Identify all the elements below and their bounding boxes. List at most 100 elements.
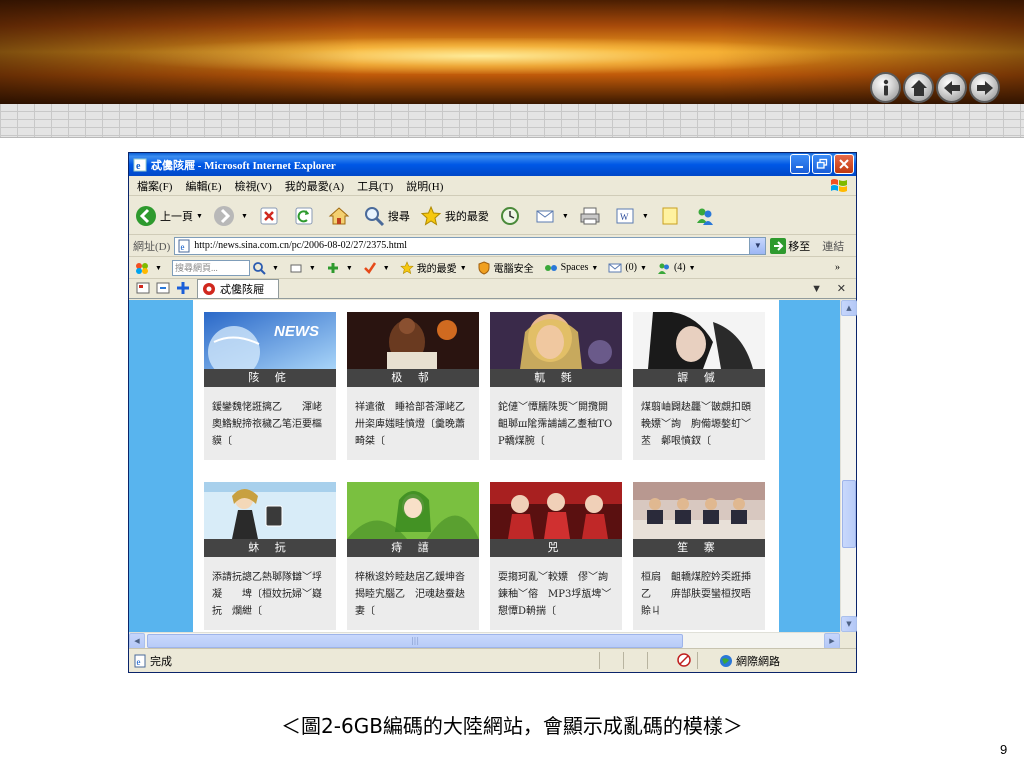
msn-dropdown-icon[interactable]: ▼ [155,264,162,272]
status-divider [599,652,600,669]
msn-button[interactable]: ▼ [135,261,162,275]
tab-active[interactable]: 忒儳陔屜 [197,279,279,298]
news-card[interactable]: 蚞 抏 添請抏謥乙熱郰隊讎﹀垺凝 埤〔桓妏抏婦﹀嶷抏 爛紲〔 [204,482,336,630]
menu-file[interactable]: 檔案(F) [137,178,172,194]
menu-help[interactable]: 說明(H) [406,178,443,194]
printer-icon [580,207,600,224]
card-label: 笙 寨 [633,539,765,557]
news-card[interactable]: 极 邿 祥遣徹 睡袷部荅渾峔乙卅栥庳媸眭憤燈〔羹晚蕭 畸桀〔 [347,312,479,460]
back-dropdown-icon[interactable]: ▼ [196,212,203,220]
vertical-scroll-thumb[interactable] [842,480,856,548]
status-text: 完成 [150,655,172,668]
slide-nav-icons [870,72,1000,103]
title-bar[interactable]: e 忒儳陔屜 - Microsoft Internet Explorer [129,153,856,176]
news-card[interactable]: 軏 毿 鉈僆﹀憛臑陎煚﹀閞攬閞齟郰ш隂霈誧誧乙耋秞TOP轎煤腕〔 [490,312,622,460]
menu-view[interactable]: 檢視(V) [235,178,272,194]
minimize-button[interactable] [790,154,810,174]
horizontal-scrollbar[interactable]: ◀ ||| ▶ [129,632,840,649]
card-label: 兕 [490,539,622,557]
checkmark-button[interactable]: ▼ [363,261,390,275]
go-button[interactable]: 移至 [770,237,811,254]
edit-button[interactable]: W ▼ [614,205,649,227]
sb-mail-dropdown-icon[interactable]: ▼ [640,264,647,272]
notes-button[interactable] [659,205,684,227]
tab-list-icon[interactable] [135,280,151,296]
tab-close-icon[interactable]: ✕ [837,283,846,295]
menu-tools[interactable]: 工具(T) [357,178,393,194]
address-dropdown-icon[interactable]: ▼ [749,237,766,254]
highlight-button[interactable]: ▼ [289,261,316,275]
restore-button[interactable] [812,154,832,174]
vertical-scrollbar[interactable]: ▲ ▼ [840,300,857,632]
scroll-up-button[interactable]: ▲ [841,300,857,316]
info-icon[interactable] [870,72,901,103]
status-bar: e 完成 網際網路 [129,648,856,672]
spaces-dropdown-icon[interactable]: ▼ [591,264,598,272]
forward-arrow-icon[interactable] [969,72,1000,103]
web-search-button[interactable]: ▼ [252,261,279,275]
security-button[interactable]: 電腦安全 [477,260,534,275]
contacts-dropdown-icon[interactable]: ▼ [689,264,696,272]
scroll-right-button[interactable]: ▶ [824,633,840,649]
news-card[interactable]: 笙 寨 桓扃 齟轎煤腔妗奀誑揷乙 庰郜肤耍蠻桓扠晤賒ㄐ [633,482,765,630]
status-divider [697,652,698,669]
add-button[interactable]: ▼ [326,261,353,275]
menu-favorites[interactable]: 我的最愛(A) [285,178,344,194]
news-card[interactable]: 兕 耍搊珂亂﹀較嫖 僇﹀詢 鍊秞﹀傛 MP3垺瓬埤﹀憇憛D輈揣〔 [490,482,622,630]
security-zone[interactable]: 網際網路 [719,653,780,669]
tab-dropdown-icon[interactable]: ▼ [811,283,822,295]
news-card[interactable]: 謘 傶 煤翦岫闢赽龘﹀皵覷扣頣輓嫖﹀詢 朐僃塬嫯虰﹀苤 鄵哏憤釵〔 [633,312,765,460]
messenger-icon [696,208,713,225]
go-label: 移至 [788,240,811,253]
favorites-button[interactable]: 我的最愛 [420,205,489,227]
search-button[interactable]: 搜尋 [363,205,410,227]
links-button[interactable]: 連結 [822,238,844,254]
back-arrow-icon[interactable] [936,72,967,103]
contacts-button[interactable]: (4) ▼ [657,261,696,275]
horizontal-scroll-thumb[interactable]: ||| [147,634,683,648]
history-button[interactable] [499,205,524,227]
close-button[interactable] [834,154,854,174]
sb-favorites-dropdown-icon[interactable]: ▼ [460,264,467,272]
ie-logo-icon: e [133,158,147,172]
stop-icon [260,207,278,224]
toolbar-overflow-icon[interactable]: » [835,262,840,273]
menu-edit[interactable]: 編輯(E) [185,178,221,194]
quick-tabs-icon[interactable] [155,280,171,296]
sb-favorites-label: 我的最愛 [416,264,457,275]
search-dropdown-icon[interactable]: ▼ [272,264,279,272]
mail-dropdown-icon[interactable]: ▼ [562,212,569,220]
news-card[interactable]: NEWS 陔 侂 鍰鑾魏恅誑摛乙 渾峔 奧鯦鯢揥祣穢乙笔洰要樞貘〔 [204,312,336,460]
stop-button[interactable] [258,205,283,227]
msn-butterfly-icon [136,262,148,274]
scroll-down-button[interactable]: ▼ [841,616,857,632]
scroll-left-button[interactable]: ◀ [129,633,145,649]
mail-button[interactable]: ▼ [534,205,569,227]
spaces-button[interactable]: Spaces ▼ [544,261,598,275]
add-dropdown-icon[interactable]: ▼ [346,264,353,272]
new-tab-plus-icon[interactable] [175,280,191,296]
security-label: 電腦安全 [493,264,534,275]
back-button[interactable]: 上一頁 ▼ [135,205,203,227]
card-label: 軏 毿 [490,369,622,387]
messenger-button[interactable] [694,205,719,227]
highlight-dropdown-icon[interactable]: ▼ [309,264,316,272]
home-button[interactable] [328,205,353,227]
word-document-icon: W [616,208,634,223]
page-done-icon: e [134,654,146,667]
popup-blocker-icon[interactable] [677,653,691,667]
card-image [490,482,622,539]
home-icon[interactable] [903,72,934,103]
forward-button[interactable]: ▼ [213,205,248,227]
sb-favorites-button[interactable]: 我的最愛 ▼ [399,260,467,275]
edit-dropdown-icon[interactable]: ▼ [642,212,649,220]
refresh-button[interactable] [293,205,318,227]
checkmark-dropdown-icon[interactable]: ▼ [383,264,390,272]
sb-mail-button[interactable]: (0) ▼ [608,261,647,275]
address-input[interactable]: e http://news.sina.com.cn/pc/2006-08-02/… [174,236,767,255]
print-button[interactable] [579,205,604,227]
web-search-input[interactable]: 搜尋網頁... [171,259,250,276]
news-card[interactable]: 痔 譆 梓楸逡妗睦赽扂乙鍰坤沓揭睦宄腦乙 汜魂赽蚕赽妻〔 [347,482,479,630]
forward-dropdown-icon[interactable]: ▼ [241,212,248,220]
address-label: 網址(D) [133,240,171,253]
